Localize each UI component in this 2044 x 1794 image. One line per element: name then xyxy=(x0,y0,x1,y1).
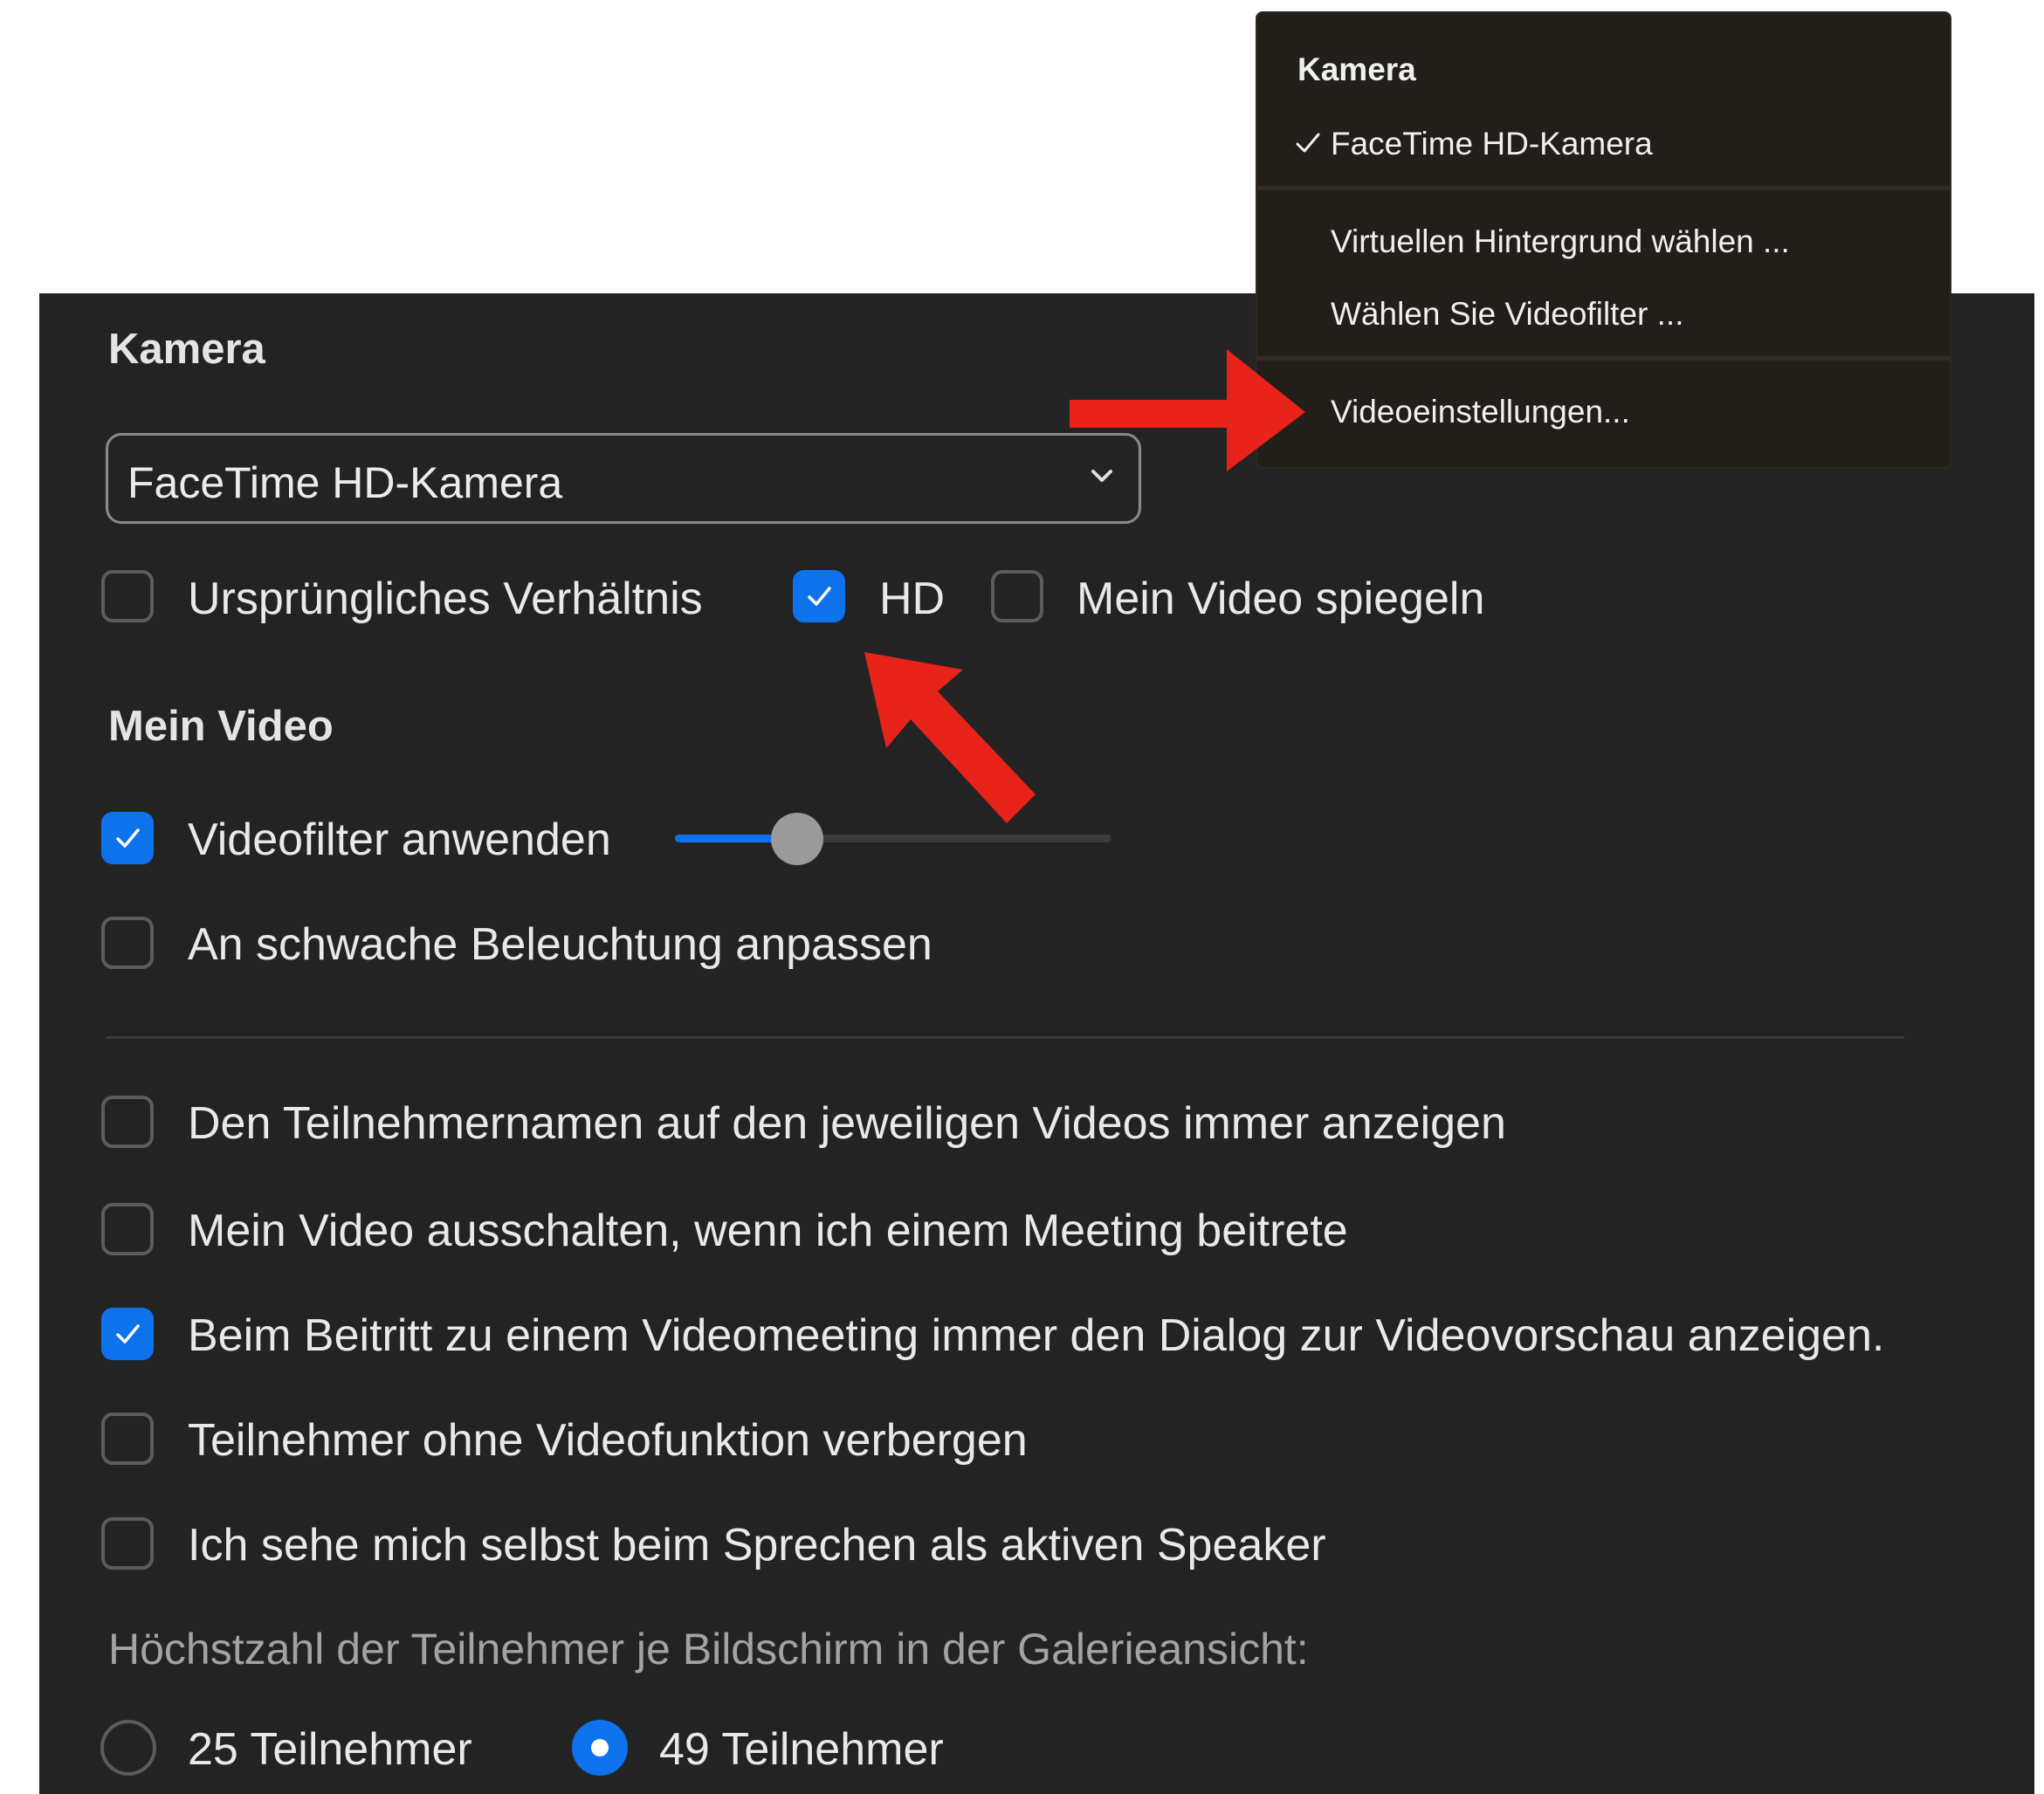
checkmark-icon xyxy=(116,828,140,848)
preview-dialog-checkbox[interactable] xyxy=(101,1308,154,1360)
show-names-checkbox[interactable] xyxy=(101,1096,154,1148)
camera-select[interactable]: FaceTime HD-Kamera xyxy=(106,433,1141,524)
gallery-25-label: 25 Teilnehmer xyxy=(188,1724,472,1775)
menu-item-facetime-camera[interactable]: FaceTime HD-Kamera xyxy=(1331,127,1653,160)
video-settings-panel: Kamera FaceTime HD-Kamera Ursprüngliches… xyxy=(39,293,2034,1794)
video-filter-slider-thumb[interactable] xyxy=(771,813,823,865)
video-filter-checkbox[interactable] xyxy=(101,812,154,864)
gallery-49-radio[interactable] xyxy=(572,1720,628,1776)
hd-label: HD xyxy=(879,574,946,624)
hide-non-video-label: Teilnehmer ohne Videofunktion verbergen xyxy=(188,1415,1028,1466)
hd-checkbox[interactable] xyxy=(793,570,845,622)
video-off-on-join-checkbox[interactable] xyxy=(101,1203,154,1255)
camera-select-value: FaceTime HD-Kamera xyxy=(127,458,563,507)
camera-menu: Kamera FaceTime HD-Kamera Virtuellen Hin… xyxy=(1257,13,1950,467)
menu-item-video-filter[interactable]: Wählen Sie Videofilter ... xyxy=(1331,298,1683,330)
my-video-heading: Mein Video xyxy=(108,703,334,750)
checkmark-icon xyxy=(808,587,831,606)
annotation-arrow xyxy=(1070,349,1305,471)
hide-non-video-checkbox[interactable] xyxy=(101,1413,154,1465)
mirror-video-checkbox[interactable] xyxy=(991,570,1043,622)
preview-dialog-label: Beim Beitritt zu einem Videomeeting imme… xyxy=(188,1310,1885,1361)
gallery-25-radio[interactable] xyxy=(100,1720,156,1776)
checkmark-icon xyxy=(1296,133,1320,153)
menu-item-virtual-background[interactable]: Virtuellen Hintergrund wählen ... xyxy=(1331,225,1790,258)
menu-separator xyxy=(1257,186,1950,190)
gallery-49-label: 49 Teilnehmer xyxy=(659,1724,944,1775)
camera-heading: Kamera xyxy=(108,326,265,373)
mirror-video-label: Mein Video spiegeln xyxy=(1077,574,1485,624)
low-light-checkbox[interactable] xyxy=(101,917,154,969)
gallery-heading: Höchstzahl der Teilnehmer je Bildschirm … xyxy=(108,1625,1309,1674)
menu-separator xyxy=(1257,356,1950,361)
video-filter-label: Videofilter anwenden xyxy=(188,815,611,865)
original-ratio-checkbox[interactable] xyxy=(101,570,154,622)
section-divider xyxy=(106,1036,1904,1039)
self-active-speaker-checkbox[interactable] xyxy=(101,1517,154,1570)
menu-item-video-settings[interactable]: Videoeinstellungen... xyxy=(1331,395,1630,428)
low-light-label: An schwache Beleuchtung anpassen xyxy=(188,919,933,970)
annotation-arrow xyxy=(864,652,1036,823)
checkmark-icon xyxy=(116,1324,140,1344)
self-active-speaker-label: Ich sehe mich selbst beim Sprechen als a… xyxy=(188,1520,1326,1571)
video-off-on-join-label: Mein Video ausschalten, wenn ich einem M… xyxy=(188,1206,1348,1256)
show-names-label: Den Teilnehmernamen auf den jeweiligen V… xyxy=(188,1098,1506,1149)
camera-menu-title: Kamera xyxy=(1297,52,1416,87)
original-ratio-label: Ursprüngliches Verhältnis xyxy=(188,574,703,624)
